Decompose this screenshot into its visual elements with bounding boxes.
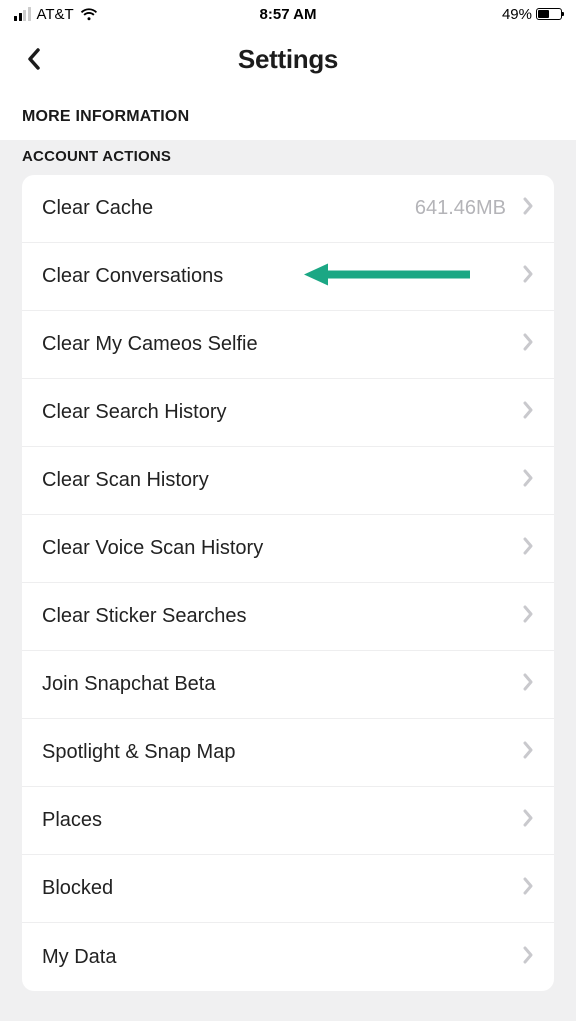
row-join-beta[interactable]: Join Snapchat Beta: [22, 651, 554, 719]
chevron-right-icon: [522, 537, 534, 560]
row-label: Spotlight & Snap Map: [42, 741, 522, 764]
back-button[interactable]: [18, 43, 50, 75]
row-clear-scan[interactable]: Clear Scan History: [22, 447, 554, 515]
battery-icon: [536, 8, 562, 20]
chevron-right-icon: [522, 673, 534, 696]
row-label: My Data: [42, 946, 522, 969]
carrier-label: AT&T: [37, 6, 74, 23]
chevron-left-icon: [26, 47, 42, 71]
row-label: Blocked: [42, 877, 522, 900]
row-blocked[interactable]: Blocked: [22, 855, 554, 923]
row-label: Join Snapchat Beta: [42, 673, 522, 696]
page-title: Settings: [238, 44, 338, 75]
chevron-right-icon: [522, 401, 534, 424]
row-clear-cache[interactable]: Clear Cache 641.46MB: [22, 175, 554, 243]
row-clear-voice-scan[interactable]: Clear Voice Scan History: [22, 515, 554, 583]
chevron-right-icon: [522, 265, 534, 288]
chevron-right-icon: [522, 469, 534, 492]
row-label: Clear Cache: [42, 197, 415, 220]
row-clear-conversations[interactable]: Clear Conversations: [22, 243, 554, 311]
status-time: 8:57 AM: [260, 6, 317, 23]
account-actions-card: Clear Cache 641.46MB Clear Conversations…: [22, 175, 554, 991]
row-label: Places: [42, 809, 522, 832]
chevron-right-icon: [522, 197, 534, 220]
chevron-right-icon: [522, 333, 534, 356]
row-value: 641.46MB: [415, 197, 506, 220]
row-clear-search[interactable]: Clear Search History: [22, 379, 554, 447]
status-bar: AT&T 8:57 AM 49%: [0, 0, 576, 28]
chevron-right-icon: [522, 946, 534, 969]
signal-icon: [14, 7, 31, 21]
row-clear-sticker[interactable]: Clear Sticker Searches: [22, 583, 554, 651]
status-right: 49%: [502, 6, 562, 23]
nav-header: Settings: [0, 28, 576, 90]
row-label: Clear My Cameos Selfie: [42, 333, 522, 356]
section-header-more-info[interactable]: MORE INFORMATION: [0, 90, 576, 140]
section-header-account-actions: ACCOUNT ACTIONS: [0, 140, 576, 175]
chevron-right-icon: [522, 605, 534, 628]
row-spotlight[interactable]: Spotlight & Snap Map: [22, 719, 554, 787]
row-label: Clear Sticker Searches: [42, 605, 522, 628]
chevron-right-icon: [522, 809, 534, 832]
row-label: Clear Scan History: [42, 469, 522, 492]
chevron-right-icon: [522, 741, 534, 764]
row-label: Clear Voice Scan History: [42, 537, 522, 560]
row-clear-cameos[interactable]: Clear My Cameos Selfie: [22, 311, 554, 379]
wifi-icon: [80, 8, 98, 21]
row-label: Clear Search History: [42, 401, 522, 424]
row-places[interactable]: Places: [22, 787, 554, 855]
status-left: AT&T: [14, 6, 98, 23]
account-actions-section: ACCOUNT ACTIONS Clear Cache 641.46MB Cle…: [0, 140, 576, 1021]
battery-percent: 49%: [502, 6, 532, 23]
row-mydata[interactable]: My Data: [22, 923, 554, 991]
row-label: Clear Conversations: [42, 265, 522, 288]
chevron-right-icon: [522, 877, 534, 900]
